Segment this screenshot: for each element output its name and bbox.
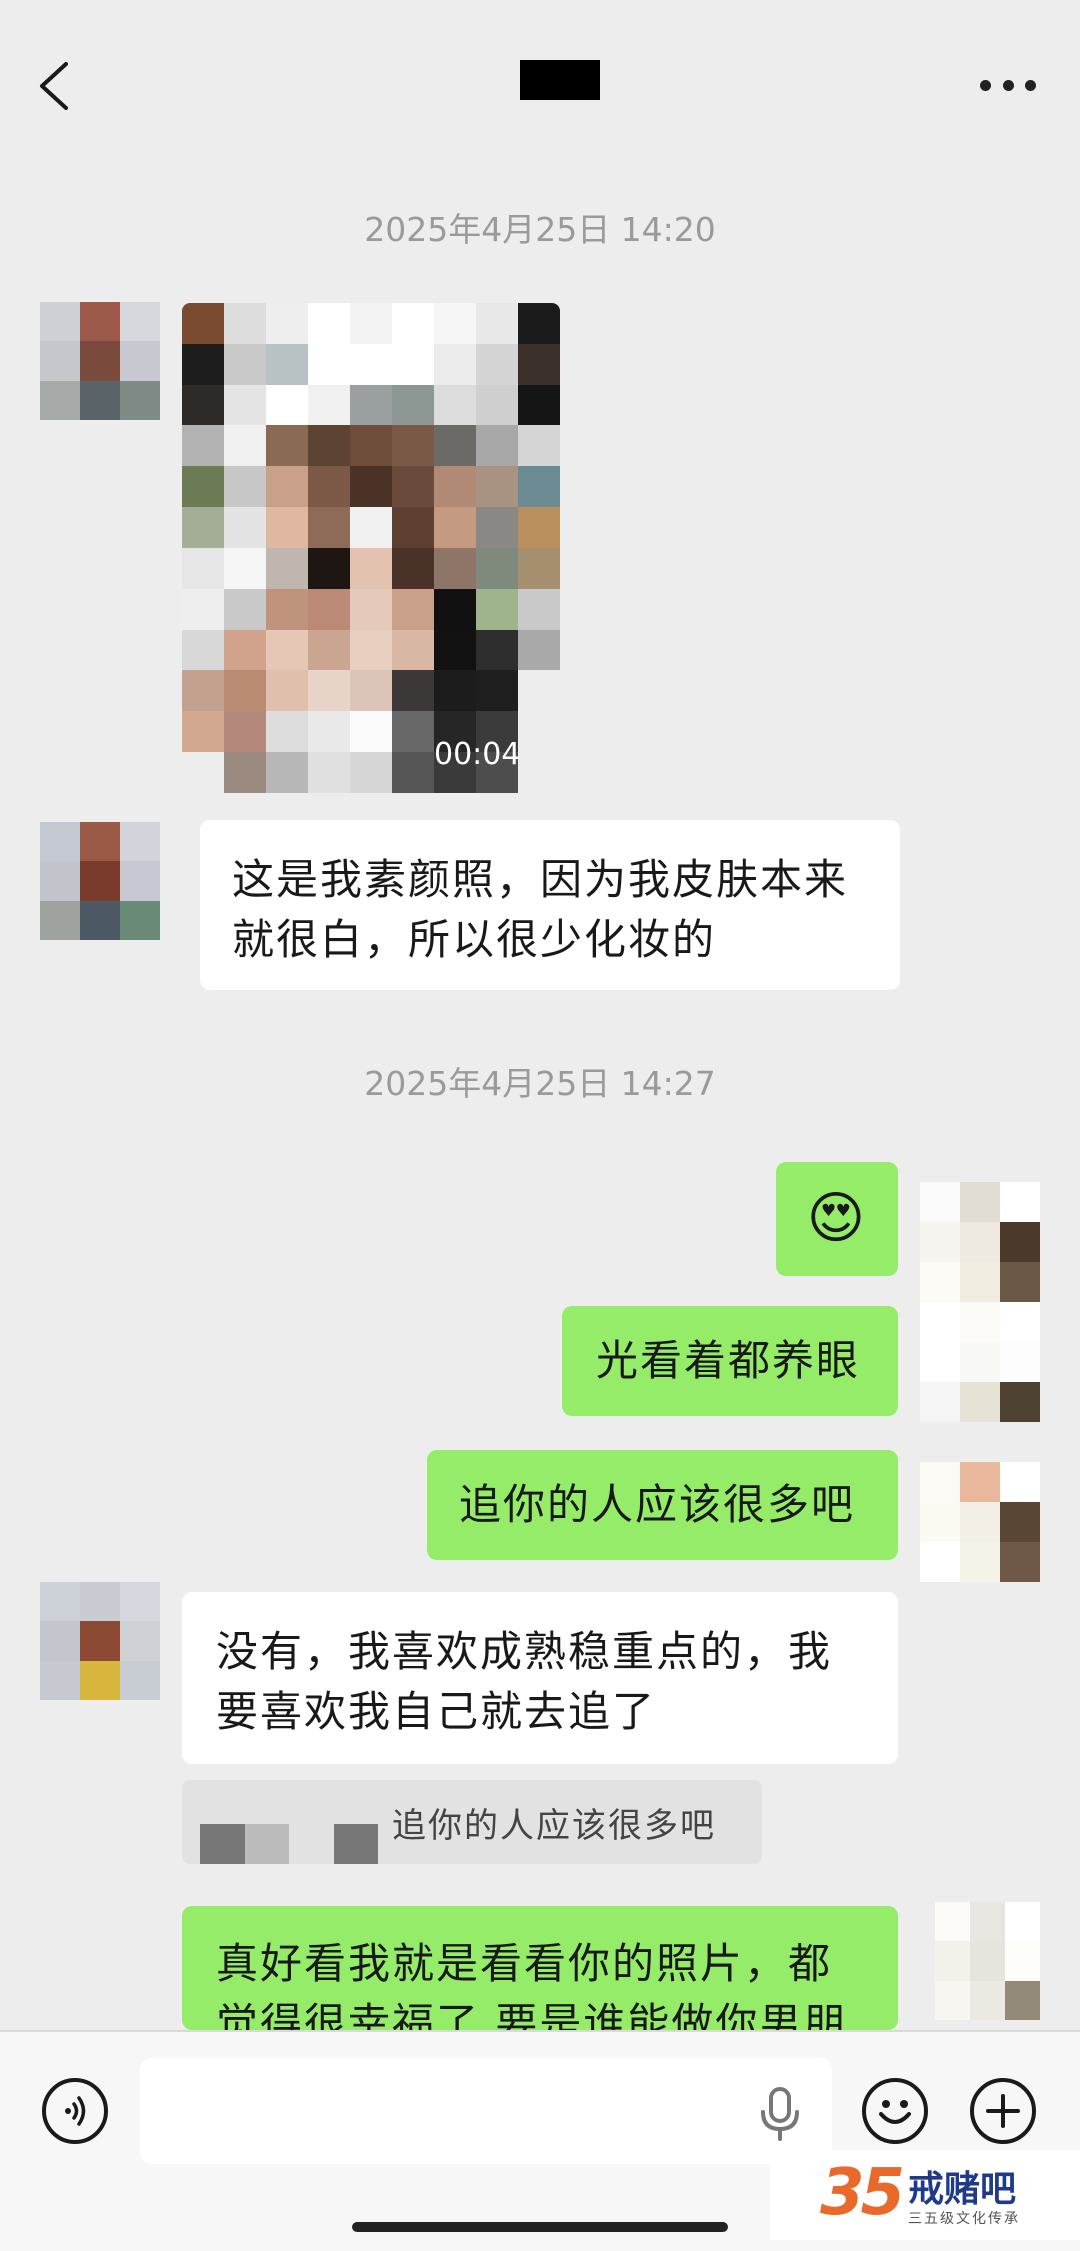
plus-button[interactable] xyxy=(970,2078,1036,2144)
message-input[interactable] xyxy=(140,2058,832,2164)
avatar[interactable] xyxy=(40,1582,160,1700)
timestamp: 2025年4月25日 14:20 xyxy=(364,210,716,249)
back-button[interactable] xyxy=(30,58,82,114)
received-message[interactable]: 没有，我喜欢成熟稳重点的，我 要喜欢我自己就去追了 xyxy=(182,1592,898,1764)
video-thumbnail xyxy=(182,303,560,793)
avatar-self[interactable] xyxy=(920,1462,1040,1582)
emoji-button[interactable] xyxy=(862,2078,928,2144)
plus-icon xyxy=(986,2094,1020,2128)
sent-message[interactable]: 真好看我就是看看你的照片，都 觉得很幸福了 要是谁能做你男朋 xyxy=(182,1906,898,2030)
message-line: 要喜欢我自己就去追了 xyxy=(216,1687,657,1736)
more-button[interactable] xyxy=(980,80,1036,92)
sent-message[interactable]: 追你的人应该很多吧 xyxy=(427,1450,898,1560)
message-line: 就很白，所以很少化妆的 xyxy=(232,915,717,964)
message-text: 光看着都养眼 xyxy=(596,1336,861,1385)
quoted-message[interactable]: 追你的人应该很多吧 xyxy=(182,1780,762,1864)
quote-sender-avatar xyxy=(200,1824,378,1864)
home-indicator[interactable] xyxy=(352,2222,728,2232)
avatar-self[interactable] xyxy=(920,1182,1040,1422)
video-message[interactable]: 00:04 xyxy=(182,303,560,793)
more-icon xyxy=(980,80,991,91)
watermark-brand: 戒赌吧 xyxy=(908,2169,1017,2210)
heart-eyes-emoji-icon: 😍 xyxy=(806,1186,868,1251)
message-text: 追你的人应该很多吧 xyxy=(459,1480,856,1529)
sent-message[interactable]: 光看着都养眼 xyxy=(562,1306,898,1416)
received-message[interactable]: 这是我素颜照，因为我皮肤本来 就很白，所以很少化妆的 xyxy=(200,820,900,990)
message-line: 没有，我喜欢成熟稳重点的，我 xyxy=(216,1627,833,1676)
contact-name-redacted xyxy=(520,60,600,100)
watermark-tagline: 三五级文化传承 xyxy=(908,2211,1020,2227)
voice-toggle-button[interactable] xyxy=(42,2078,108,2144)
emoji-icon xyxy=(879,2100,911,2124)
microphone-icon xyxy=(761,2087,799,2141)
microphone-button[interactable] xyxy=(756,2086,804,2142)
message-line: 真好看我就是看看你的照片，都 xyxy=(216,1939,833,1988)
message-line: 这是我素颜照，因为我皮肤本来 xyxy=(232,855,849,904)
message-line: 觉得很幸福了 要是谁能做你男朋 xyxy=(216,1999,848,2030)
quoted-text: 追你的人应该很多吧 xyxy=(392,1806,716,1846)
back-arrow-icon xyxy=(40,62,68,110)
avatar[interactable] xyxy=(40,302,160,420)
sent-message-emoji[interactable]: 😍 xyxy=(776,1162,898,1276)
video-duration: 00:04 xyxy=(434,737,521,772)
timestamp: 2025年4月25日 14:27 xyxy=(364,1064,716,1103)
voice-icon xyxy=(65,2096,86,2126)
watermark: 35 戒赌吧 三五级文化传承 xyxy=(770,2150,1080,2240)
avatar[interactable] xyxy=(40,822,160,940)
watermark-number: 35 xyxy=(820,2156,905,2230)
avatar-self[interactable] xyxy=(935,1902,1040,2020)
